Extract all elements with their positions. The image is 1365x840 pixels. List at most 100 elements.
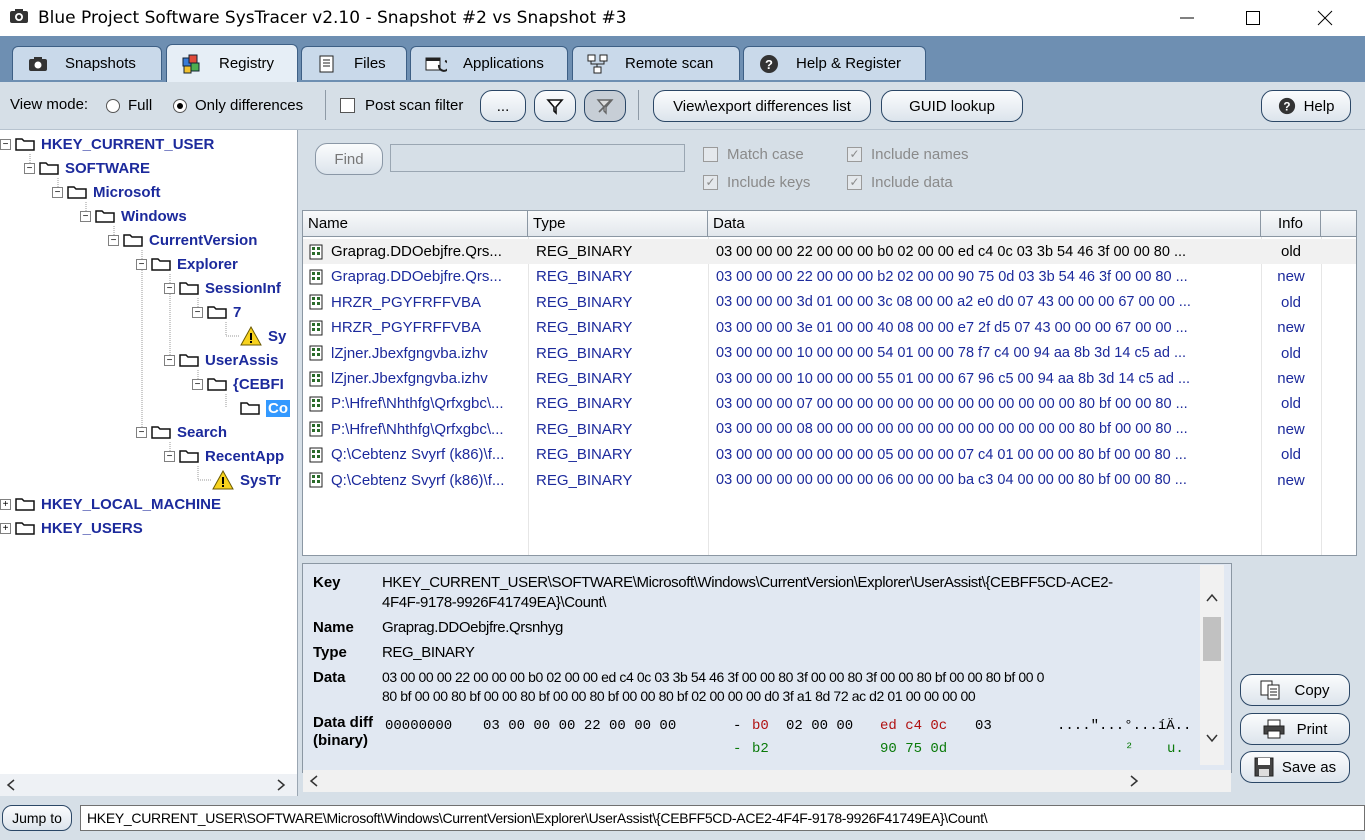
values-grid[interactable]: Name Type Data Info Graprag.DDOebjfre.Qr… xyxy=(302,210,1357,556)
tree-node[interactable]: − SOFTWARE xyxy=(24,157,150,179)
key-value-line2: 4F4F-9178-9926F41749EA}\Count\ xyxy=(382,594,606,611)
tab-help-register[interactable]: ? Help & Register xyxy=(743,46,926,80)
tree-node[interactable]: − CurrentVersion xyxy=(108,229,257,251)
radio-indicator xyxy=(173,98,187,113)
expand-icon: + xyxy=(0,522,11,534)
view-only-differences-radio[interactable]: Only differences xyxy=(173,97,303,114)
filter-options-button[interactable]: ... xyxy=(480,90,526,122)
details-vertical-scrollbar[interactable] xyxy=(1200,565,1224,765)
jump-to-path-input[interactable]: HKEY_CURRENT_USER\SOFTWARE\Microsoft\Win… xyxy=(80,805,1365,831)
tab-registry[interactable]: Registry xyxy=(166,44,298,82)
tree-node[interactable]: − HKEY_CURRENT_USER xyxy=(0,133,214,155)
column-header-type[interactable]: Type xyxy=(528,211,708,237)
name-value: Graprag.DDOebjfre.Qrsnhyg xyxy=(382,619,563,636)
type-value: REG_BINARY xyxy=(382,644,475,661)
table-row[interactable]: Q:\Cebtenz Svyrf (k86)\f... REG_BINARY 03 … xyxy=(303,442,1356,467)
copy-button[interactable]: Copy xyxy=(1240,674,1350,706)
maximize-button[interactable] xyxy=(1222,0,1284,36)
table-row[interactable]: Graprag.DDOebjfre.Qrs... REG_BINARY 03 00 … xyxy=(303,239,1356,264)
tree-node[interactable]: − Windows xyxy=(80,205,187,227)
details-horizontal-scrollbar[interactable] xyxy=(303,770,1231,792)
view-export-differences-button[interactable]: View\export differences list xyxy=(653,90,871,122)
binary-value-icon xyxy=(309,447,323,463)
match-case-label: Match case xyxy=(727,146,804,163)
tab-applications[interactable]: Applications xyxy=(410,46,568,80)
tab-files[interactable]: Files xyxy=(301,46,407,80)
tree-node[interactable]: − Microsoft xyxy=(52,181,161,203)
find-input[interactable] xyxy=(390,144,685,172)
view-full-radio[interactable]: Full xyxy=(106,97,152,114)
include-names-checkbox[interactable]: ✓ Include names xyxy=(847,146,969,163)
chevron-right-icon xyxy=(1130,775,1139,787)
cell-data: 03 00 00 00 08 00 00 00 00 00 00 00 00 0… xyxy=(716,421,1188,438)
column-header-name[interactable]: Name xyxy=(303,211,528,237)
minimize-button[interactable] xyxy=(1156,0,1218,36)
cell-name-text: Graprag.DDOebjfre.Qrs... xyxy=(331,243,502,260)
folder-icon xyxy=(123,234,143,247)
view-mode-label: View mode: xyxy=(10,96,89,113)
table-row[interactable]: lZjner.Jbexfgngvba.izhv REG_BINARY 03 00 0… xyxy=(303,341,1356,366)
tree-node[interactable]: Sy xyxy=(240,325,286,347)
tree-node[interactable]: −7 xyxy=(192,301,241,323)
registry-tree[interactable]: − HKEY_CURRENT_USER − SOFTWARE − Microsoft … xyxy=(0,130,298,774)
tree-node[interactable]: + HKEY_USERS xyxy=(0,517,143,539)
cell-name: HRZR_PGYFRFFVBA xyxy=(309,315,527,340)
table-row[interactable]: Graprag.DDOebjfre.Qrs... REG_BINARY 03 00 … xyxy=(303,264,1356,289)
close-button[interactable] xyxy=(1294,0,1356,36)
tree-node[interactable]: − Search xyxy=(136,421,227,443)
match-case-checkbox[interactable]: Match case xyxy=(703,146,804,163)
binary-value-icon xyxy=(309,421,323,437)
table-row[interactable]: HRZR_PGYFRFFVBA REG_BINARY 03 00 00 00 3d … xyxy=(303,290,1356,315)
tree-node[interactable]: − {CEBFI xyxy=(192,373,284,395)
tree-node[interactable]: − SessionInf xyxy=(164,277,281,299)
toolbar-separator xyxy=(638,90,639,120)
tree-node[interactable]: − UserAssis xyxy=(164,349,278,371)
include-names-label: Include names xyxy=(871,146,969,163)
jump-to-button[interactable]: Jump to xyxy=(2,805,72,831)
save-as-button[interactable]: Save as xyxy=(1240,751,1350,783)
checkbox-box xyxy=(340,98,355,113)
apply-filter-button[interactable] xyxy=(534,90,576,122)
tree-node-label: HKEY_CURRENT_USER xyxy=(41,135,215,153)
table-row[interactable]: HRZR_PGYFRFFVBA REG_BINARY 03 00 00 00 3e … xyxy=(303,315,1356,340)
collapse-icon: − xyxy=(52,186,63,198)
cell-info: old xyxy=(1280,293,1302,311)
tree-node[interactable]: − Explorer xyxy=(136,253,238,275)
guid-lookup-button[interactable]: GUID lookup xyxy=(881,90,1023,122)
table-row[interactable]: lZjner.Jbexfgngvba.izhv REG_BINARY 03 00 0… xyxy=(303,366,1356,391)
include-data-checkbox[interactable]: ✓ Include data xyxy=(847,174,953,191)
table-row[interactable]: P:\Hfref\Nhthfg\Qrfxgbc\... REG_BINARY 03 … xyxy=(303,391,1356,416)
guid-lookup-label: GUID lookup xyxy=(909,97,995,115)
tree-node[interactable]: − RecentApp xyxy=(164,445,284,467)
find-button[interactable]: Find xyxy=(315,143,383,175)
folder-icon xyxy=(67,186,87,199)
tree-node-label: Microsoft xyxy=(93,183,161,201)
table-row[interactable]: Q:\Cebtenz Svyrf (k86)\f... REG_BINARY 03 … xyxy=(303,468,1356,493)
tree-node[interactable]: + HKEY_LOCAL_MACHINE xyxy=(0,493,221,515)
expand-icon: + xyxy=(0,498,11,510)
tree-node-label: 7 xyxy=(233,303,242,321)
print-button[interactable]: Print xyxy=(1240,713,1350,745)
window-title: Blue Project Software SysTracer v2.10 - … xyxy=(38,8,627,28)
binary-value-icon xyxy=(309,269,323,285)
help-button[interactable]: ? Help xyxy=(1261,90,1351,122)
clear-filter-button[interactable] xyxy=(584,90,626,122)
column-header-data[interactable]: Data xyxy=(708,211,1261,237)
table-row[interactable]: P:\Hfref\Nhthfg\Qrfxgbc\... REG_BINARY 03 … xyxy=(303,417,1356,442)
tree-horizontal-scrollbar[interactable] xyxy=(0,774,298,796)
include-keys-checkbox[interactable]: ✓ Include keys xyxy=(703,174,810,191)
collapse-icon: − xyxy=(164,282,175,294)
post-scan-filter-checkbox[interactable]: Post scan filter xyxy=(340,97,463,114)
tree-node-selected[interactable]: Co xyxy=(240,397,290,419)
tree-node[interactable]: SysTr xyxy=(212,469,281,491)
scroll-thumb[interactable] xyxy=(1203,617,1221,661)
tab-remote-scan[interactable]: Remote scan xyxy=(572,46,740,80)
column-header-info[interactable]: Info xyxy=(1261,211,1321,237)
folder-icon xyxy=(207,306,227,319)
folder-icon xyxy=(179,450,199,463)
chevron-right-icon xyxy=(277,779,286,791)
tree-node-label: HKEY_LOCAL_MACHINE xyxy=(41,495,222,513)
binary-value-icon xyxy=(309,472,323,488)
tab-snapshots[interactable]: Snapshots xyxy=(12,46,162,80)
diff-ascii: ² u. xyxy=(1125,741,1184,757)
